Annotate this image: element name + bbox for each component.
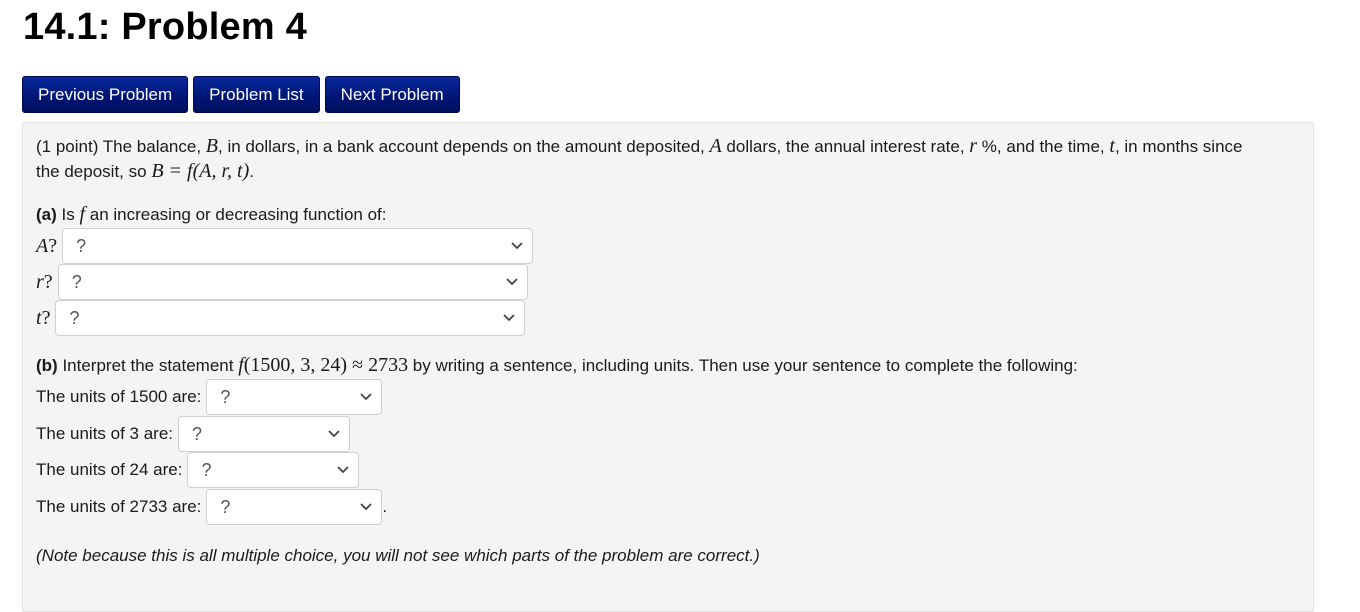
dropdown-units-1500[interactable]: ? bbox=[206, 379, 383, 415]
chevron-down-icon bbox=[505, 275, 519, 289]
part-a-row-r: r? ? bbox=[36, 264, 528, 300]
row-var: A bbox=[36, 234, 49, 257]
var-b: B bbox=[205, 135, 219, 157]
units-row-24: The units of 24 are: ? bbox=[36, 452, 360, 488]
trailing-period: . bbox=[382, 497, 388, 516]
problem-list-button[interactable]: Problem List bbox=[193, 76, 320, 113]
intro-text: dollars, the annual interest rate, bbox=[721, 137, 970, 156]
problem-navigation: Previous Problem Problem List Next Probl… bbox=[22, 76, 460, 113]
row-suffix: ? bbox=[41, 306, 51, 329]
part-b-label: (b) bbox=[36, 356, 58, 375]
approx-symbol: ≈ bbox=[347, 354, 369, 376]
dropdown-r[interactable]: ? bbox=[57, 264, 528, 300]
units-label: The units of 2733 are: bbox=[36, 497, 202, 516]
next-problem-button[interactable]: Next Problem bbox=[324, 76, 460, 113]
dropdown-value: ? bbox=[76, 235, 87, 256]
previous-problem-button[interactable]: Previous Problem bbox=[22, 76, 189, 113]
chevron-down-icon bbox=[359, 500, 373, 514]
prompt-text: Is bbox=[56, 205, 80, 224]
intro-text: the deposit, so bbox=[36, 162, 152, 181]
chevron-down-icon bbox=[327, 427, 341, 441]
dropdown-units-24[interactable]: ? bbox=[187, 452, 360, 488]
intro-text: , in months since bbox=[1114, 137, 1243, 156]
dropdown-value: ? bbox=[220, 496, 231, 517]
dropdown-value: ? bbox=[71, 271, 82, 292]
formula: B = f(A, r, t) bbox=[151, 160, 250, 182]
prompt-text: Interpret the statement bbox=[57, 356, 239, 375]
problem-intro: (1 point) The balance, B, in dollars, in… bbox=[36, 134, 1243, 184]
chevron-down-icon bbox=[336, 463, 350, 477]
dropdown-value: ? bbox=[69, 307, 80, 328]
note-text: (Note because this is all multiple choic… bbox=[36, 546, 760, 565]
intro-text: . bbox=[249, 162, 254, 181]
part-a-prompt: (a) Is f an increasing or decreasing fun… bbox=[36, 202, 386, 227]
prompt-text: by writing a sentence, including units. … bbox=[408, 356, 1078, 375]
part-a-label: (a) bbox=[36, 205, 57, 224]
var-a: A bbox=[709, 135, 722, 157]
dropdown-a[interactable]: ? bbox=[62, 228, 534, 264]
dropdown-units-2733[interactable]: ? bbox=[206, 489, 383, 525]
dropdown-units-3[interactable]: ? bbox=[178, 416, 351, 452]
units-row-1500: The units of 1500 are: ? bbox=[36, 379, 383, 415]
intro-text: %, and the time, bbox=[977, 137, 1110, 156]
chevron-down-icon bbox=[359, 390, 373, 404]
prompt-text: an increasing or decreasing function of: bbox=[85, 205, 387, 224]
units-label: The units of 3 are: bbox=[36, 424, 174, 443]
statement-args: (1500, 3, 24) bbox=[243, 354, 348, 376]
intro-text: (1 point) The balance, bbox=[36, 137, 206, 156]
units-row-3: The units of 3 are: ? bbox=[36, 416, 351, 452]
dropdown-t[interactable]: ? bbox=[55, 300, 526, 336]
intro-text: , in dollars, in a bank account depends … bbox=[218, 137, 710, 156]
page-title: 14.1: Problem 4 bbox=[23, 6, 307, 48]
units-label: The units of 24 are: bbox=[36, 460, 183, 479]
row-suffix: ? bbox=[43, 270, 53, 293]
dropdown-value: ? bbox=[201, 459, 212, 480]
units-row-2733: The units of 2733 are: ? . bbox=[36, 489, 387, 525]
var-r: r bbox=[969, 135, 978, 157]
statement-value: 2733 bbox=[368, 354, 409, 376]
part-b-prompt: (b) Interpret the statement f(1500, 3, 2… bbox=[36, 353, 1078, 378]
dropdown-value: ? bbox=[220, 386, 231, 407]
part-a-row-t: t? ? bbox=[36, 300, 526, 336]
problem-panel: (1 point) The balance, B, in dollars, in… bbox=[22, 122, 1314, 612]
row-var: r bbox=[36, 270, 44, 293]
dropdown-value: ? bbox=[192, 423, 203, 444]
chevron-down-icon bbox=[502, 311, 516, 325]
part-a-row-a: A? ? bbox=[36, 228, 534, 264]
row-suffix: ? bbox=[48, 234, 58, 257]
units-label: The units of 1500 are: bbox=[36, 387, 202, 406]
chevron-down-icon bbox=[510, 239, 524, 253]
